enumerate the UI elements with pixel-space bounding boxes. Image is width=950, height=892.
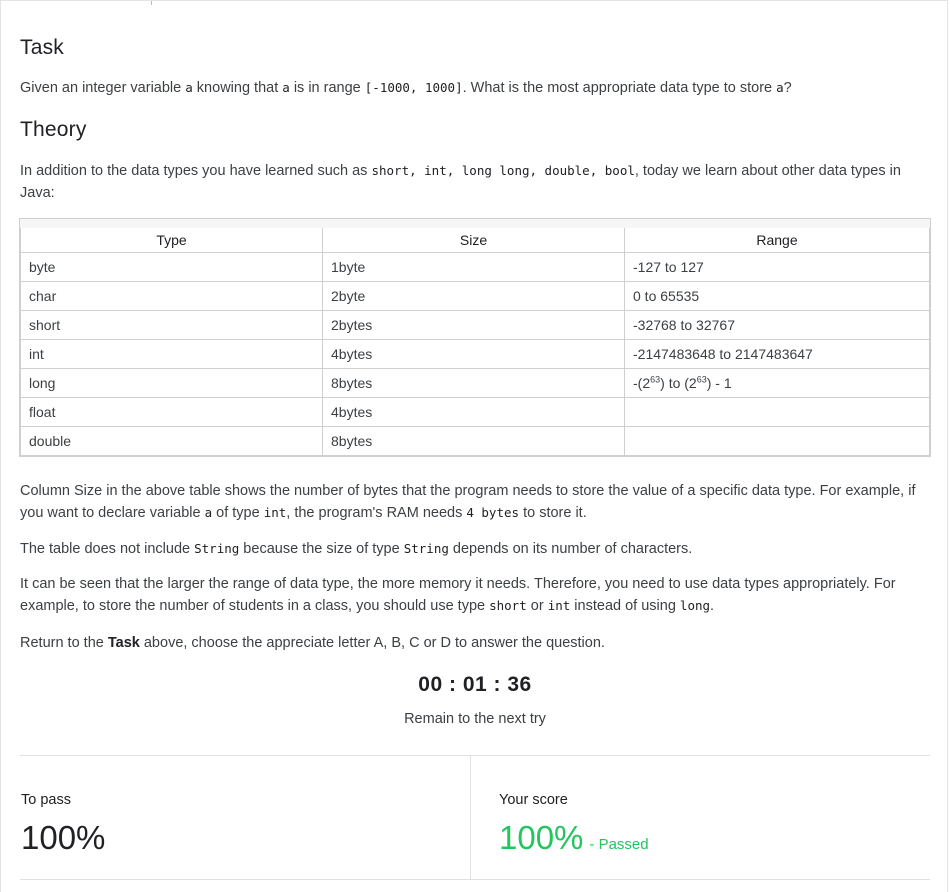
column-header-type: Type bbox=[20, 223, 323, 253]
pass-threshold-label: To pass bbox=[21, 792, 71, 808]
cell-type: char bbox=[20, 281, 323, 311]
score-status-badge: - Passed bbox=[589, 836, 649, 853]
code-range: [-1000, 1000] bbox=[364, 80, 463, 95]
cell-range: -2147483648 to 2147483647 bbox=[624, 339, 930, 369]
cell-range: 0 to 65535 bbox=[624, 281, 930, 311]
cell-range: -(263) to (263) - 1 bbox=[624, 368, 930, 398]
result-divider-top bbox=[20, 755, 930, 756]
code-var-a: a bbox=[282, 80, 290, 95]
cell-size: 2byte bbox=[322, 281, 625, 311]
table-row: int 4bytes -2147483648 to 2147483647 bbox=[20, 339, 930, 369]
cell-size: 4bytes bbox=[322, 339, 625, 369]
task-link-text: Task bbox=[107, 635, 140, 651]
data-types-table: Type Size Range byte 1byte -127 to 127 c… bbox=[19, 218, 931, 457]
cell-size: 4bytes bbox=[322, 397, 625, 427]
your-score: 100% - Passed bbox=[499, 819, 649, 857]
column-header-size: Size bbox=[322, 223, 625, 253]
cell-type: long bbox=[20, 368, 323, 398]
cell-type: byte bbox=[20, 252, 323, 282]
theory-intro: In addition to the data types you have l… bbox=[20, 163, 901, 201]
task-heading: Task bbox=[20, 36, 64, 59]
retry-countdown-timer: 00 : 01 : 36 bbox=[418, 673, 532, 696]
table-row: float 4bytes bbox=[20, 397, 930, 427]
result-divider-vertical bbox=[470, 756, 471, 879]
your-score-label: Your score bbox=[499, 792, 568, 808]
cell-size: 8bytes bbox=[322, 426, 625, 456]
theory-heading: Theory bbox=[20, 118, 87, 141]
column-header-range: Range bbox=[624, 223, 930, 253]
paragraph-size-explanation: Column Size in the above table shows the… bbox=[20, 483, 916, 521]
table-row: short 2bytes -32768 to 32767 bbox=[20, 310, 930, 340]
paragraph-memory-note: It can be seen that the larger the range… bbox=[20, 576, 896, 614]
cell-type: float bbox=[20, 397, 323, 427]
code-var-a: a bbox=[185, 80, 193, 95]
table-header-row: Type Size Range bbox=[20, 223, 930, 253]
code-var-a: a bbox=[776, 80, 784, 95]
cell-type: double bbox=[20, 426, 323, 456]
result-divider-bottom bbox=[20, 879, 930, 880]
lesson-page: Task Given an integer variable a knowing… bbox=[0, 0, 948, 892]
table-row: char 2byte 0 to 65535 bbox=[20, 281, 930, 311]
paragraph-instructions: Return to the Task above, choose the app… bbox=[20, 635, 605, 651]
cell-type: int bbox=[20, 339, 323, 369]
table-row: long 8bytes -(263) to (263) - 1 bbox=[20, 368, 930, 398]
table-row: byte 1byte -127 to 127 bbox=[20, 252, 930, 282]
paragraph-string-note: The table does not include String becaus… bbox=[20, 541, 693, 557]
cell-size: 8bytes bbox=[322, 368, 625, 398]
cell-range bbox=[624, 426, 930, 456]
cell-size: 2bytes bbox=[322, 310, 625, 340]
cell-range: -32768 to 32767 bbox=[624, 310, 930, 340]
pass-threshold-value: 100% bbox=[21, 819, 106, 856]
cell-range bbox=[624, 397, 930, 427]
your-score-value: 100% bbox=[499, 819, 584, 856]
cell-size: 1byte bbox=[322, 252, 625, 282]
cell-type: short bbox=[20, 310, 323, 340]
code-type-list: short, int, long long, double, bool bbox=[371, 163, 635, 178]
table-row: double 8bytes bbox=[20, 426, 930, 456]
cell-range: -127 to 127 bbox=[624, 252, 930, 282]
top-edge-mark bbox=[141, 1, 152, 5]
task-text: Given an integer variable a knowing that… bbox=[20, 80, 792, 96]
retry-countdown-label: Remain to the next try bbox=[404, 711, 546, 727]
